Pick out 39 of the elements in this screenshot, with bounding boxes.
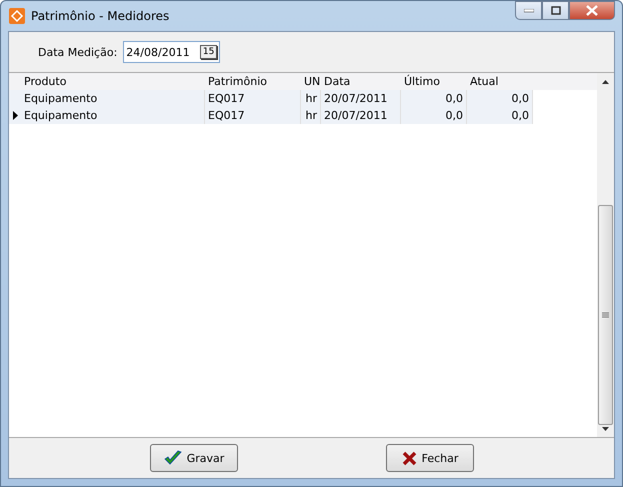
table-cell: 0,0 [401,90,467,107]
close-button[interactable]: Fechar [386,444,474,472]
calendar-button[interactable]: 15 [200,45,218,59]
close-icon [586,5,598,16]
table-cell: 0,0 [467,90,533,107]
checkmark-icon [164,450,182,466]
close-button[interactable] [569,1,615,20]
column-header: Último [403,74,441,90]
window-title: Patrimônio - Medidores [31,9,170,23]
table-cell: Equipamento [21,107,205,124]
table-cell: 20/07/2011 [321,107,401,124]
table-cell: 0,0 [467,107,533,124]
column-header: UN [303,74,321,90]
column-header: Patrimônio [207,74,268,90]
minimize-icon [524,8,534,12]
table-cell: hr [301,90,321,107]
save-button[interactable]: Gravar [150,444,238,472]
table-cell: EQ017 [205,107,301,124]
close-icon [402,450,417,466]
table-cell: hr [301,107,321,124]
column-header: Atual [469,74,500,90]
table-cell: 0,0 [401,107,467,124]
maximize-button[interactable] [542,1,569,20]
table-cell: EQ017 [205,90,301,107]
maximize-icon [550,6,560,15]
app-icon [9,8,25,24]
date-field[interactable]: 24/08/2011 15 [123,41,220,63]
grip-icon [602,312,609,318]
row-pointer-icon [12,111,18,120]
scrollbar-thumb[interactable] [598,205,613,425]
column-header: Data [323,74,352,90]
table-cell: 20/07/2011 [321,90,401,107]
scroll-down-icon[interactable] [602,427,609,431]
scroll-up-icon[interactable] [602,80,609,84]
minimize-button[interactable] [515,1,542,20]
table-cell: Equipamento [21,90,205,107]
column-header: Produto [23,74,68,90]
scrollbar[interactable] [597,73,614,437]
field-label: Data Medição: [38,46,118,58]
